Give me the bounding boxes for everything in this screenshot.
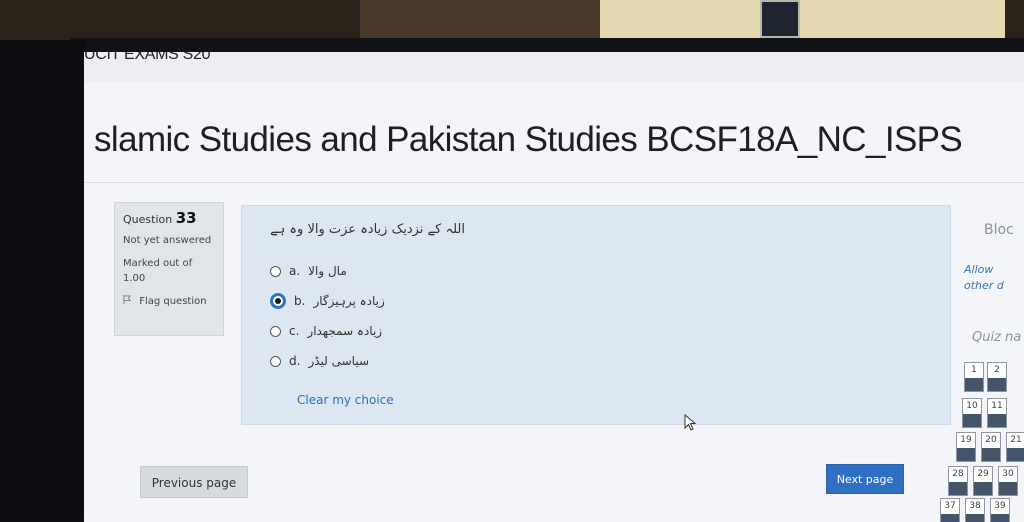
question-formulation: اللہ کے نزدیک زیادہ عزت والا وہ ہے a. ما… (241, 205, 951, 425)
flag-icon (123, 295, 132, 304)
quiz-nav-button[interactable]: 28 (948, 466, 968, 496)
question-text: اللہ کے نزدیک زیادہ عزت والا وہ ہے (270, 222, 465, 237)
quiz-nav-button[interactable]: 1 (964, 362, 984, 392)
quiz-navigation-title: Quiz na (972, 330, 1022, 345)
course-shortname[interactable]: UCIT EXAMS S20 (84, 52, 211, 64)
flag-question-label: Flag question (139, 296, 207, 307)
quiz-nav-button[interactable]: 38 (965, 498, 985, 522)
quiz-nav-button[interactable]: 29 (973, 466, 993, 496)
question-marks: Marked out of 1.00 (123, 258, 193, 284)
page-title: slamic Studies and Pakistan Studies BCSF… (94, 120, 963, 159)
header-bar: UCIT EXAMS S20 (84, 52, 1024, 82)
shelf (360, 0, 605, 40)
question-number-value: 33 (175, 209, 197, 227)
quiz-nav-button[interactable]: 21 (1006, 432, 1024, 462)
block-text: Allow other d (964, 262, 1004, 294)
quiz-nav-button[interactable]: 20 (981, 432, 1001, 462)
quiz-nav-button[interactable]: 37 (940, 498, 960, 522)
question-number: Question 33 (123, 209, 215, 227)
block-title: Bloc (984, 222, 1014, 238)
option-letter: a. (289, 264, 301, 278)
option-text: زیادہ سمجھدار (307, 324, 383, 338)
next-page-button[interactable]: Next page (826, 464, 904, 494)
quiz-nav-button[interactable]: 2 (987, 362, 1007, 392)
option-text: زیادہ پرہیزگار (313, 294, 385, 308)
question-state: Not yet answered (123, 235, 212, 246)
monitor-frame-left (0, 40, 86, 514)
mouse-cursor-icon (684, 414, 697, 431)
browser-page: UCIT EXAMS S20 slamic Studies and Pakist… (84, 52, 1024, 522)
option-d[interactable]: d. سیاسی لیڈر (270, 346, 385, 376)
quiz-nav-button[interactable]: 11 (987, 398, 1007, 428)
option-a[interactable]: a. مال والا (270, 256, 385, 286)
option-b[interactable]: b. زیادہ پرہیزگار (270, 286, 385, 316)
divider (84, 182, 1024, 183)
quiz-nav-button[interactable]: 30 (998, 466, 1018, 496)
question-label: Question (123, 213, 173, 226)
clear-choice-link[interactable]: Clear my choice (297, 393, 394, 407)
radio-a[interactable] (270, 265, 281, 277)
option-text: مال والا (308, 264, 347, 278)
flag-question-link[interactable]: Flag question (123, 295, 215, 307)
option-letter: b. (294, 294, 306, 308)
quiz-nav-button[interactable]: 10 (962, 398, 982, 428)
block-text-line: other d (964, 279, 1004, 292)
block-text-line: Allow (964, 263, 994, 276)
background-monitor (760, 0, 800, 38)
quiz-nav-button[interactable]: 39 (990, 498, 1010, 522)
radio-b-selected[interactable] (270, 293, 286, 309)
option-letter: c. (289, 324, 300, 338)
answer-options: a. مال والا b. زیادہ پرہیزگار c. زیادہ س… (270, 256, 385, 376)
question-info: Question 33 Not yet answered Marked out … (114, 202, 224, 336)
option-c[interactable]: c. زیادہ سمجھدار (270, 316, 385, 346)
radio-c[interactable] (270, 325, 281, 337)
option-text: سیاسی لیڈر (308, 354, 370, 368)
previous-page-button[interactable]: Previous page (140, 466, 248, 498)
quiz-nav-button[interactable]: 19 (956, 432, 976, 462)
option-letter: d. (289, 354, 301, 368)
radio-d[interactable] (270, 355, 281, 367)
